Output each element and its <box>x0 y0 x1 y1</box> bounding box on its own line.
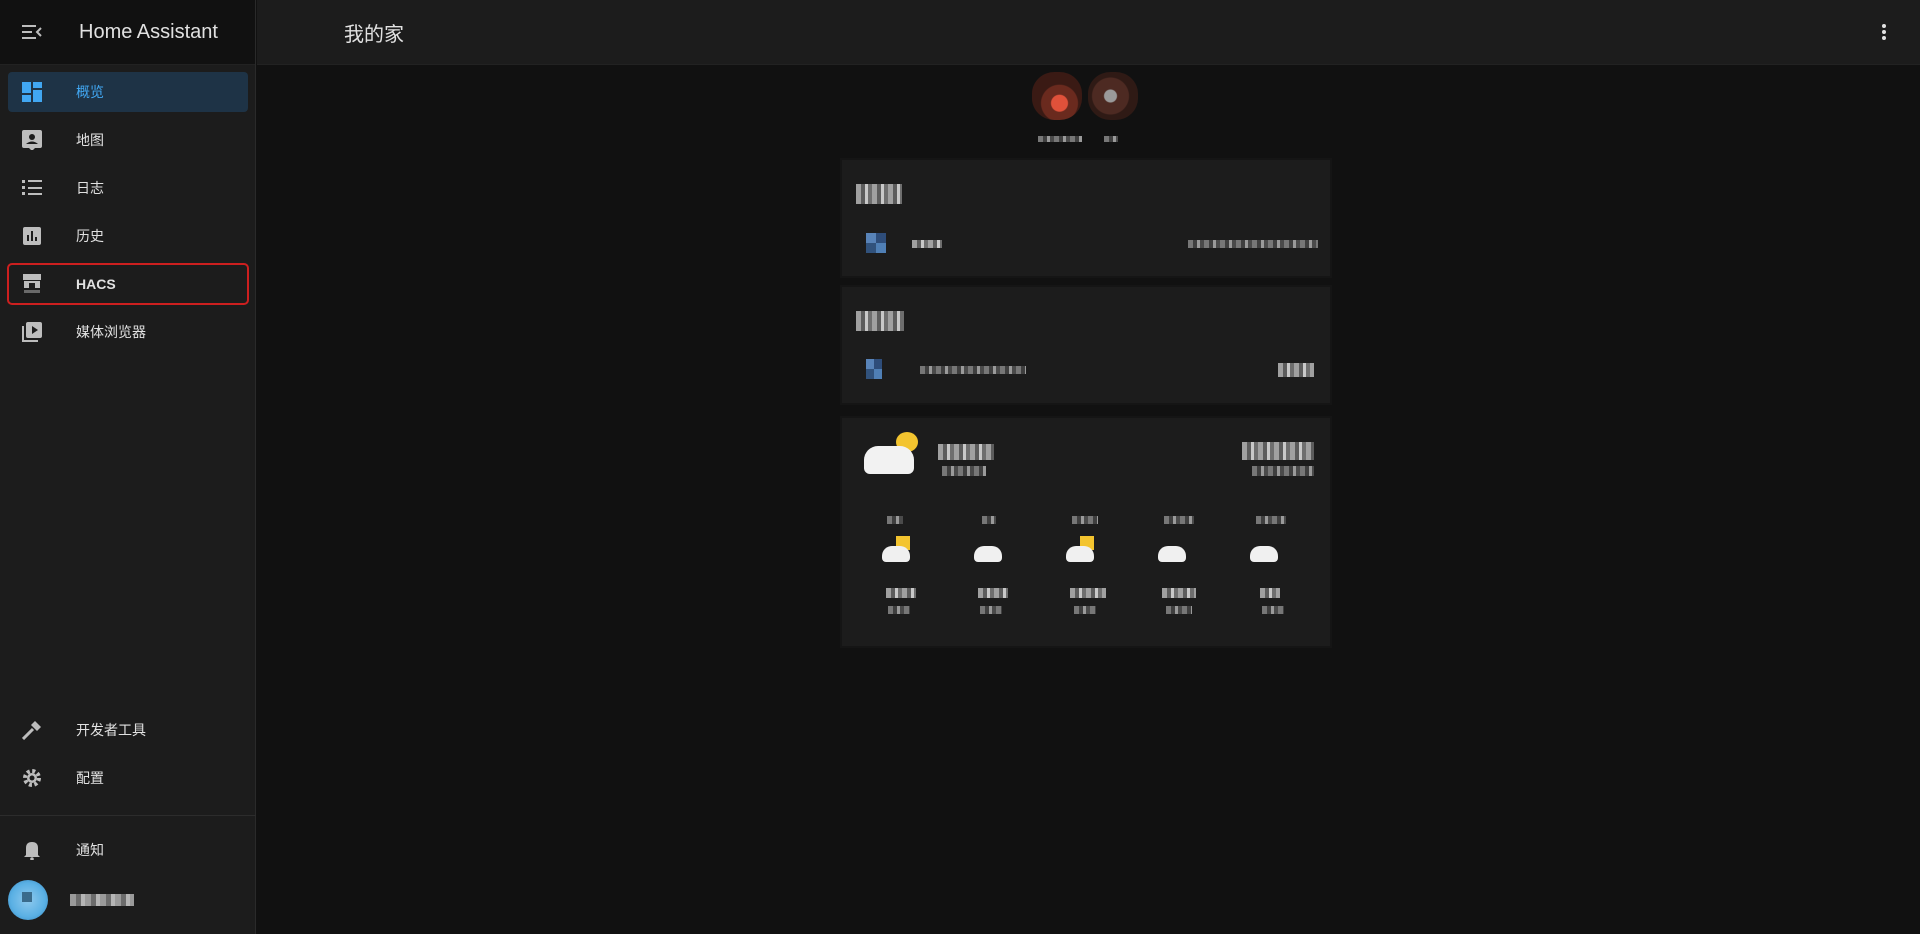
forecast-day <box>1164 516 1194 524</box>
sidebar-item-label: 地图 <box>76 132 104 148</box>
forecast-temp-low <box>980 606 1002 614</box>
sidebar-item-media-browser[interactable]: 媒体浏览器 <box>8 312 248 352</box>
person-badge-label <box>1038 136 1082 142</box>
forecast-temp-high <box>886 588 916 598</box>
person-badge[interactable] <box>1032 72 1082 120</box>
forecast-day <box>1256 516 1286 524</box>
weather-forecast-card[interactable] <box>842 418 1330 646</box>
forecast-temp-high <box>1070 588 1106 598</box>
sidebar-divider <box>0 815 256 816</box>
sidebar-item-label: 媒体浏览器 <box>76 324 146 340</box>
forecast-day <box>982 516 996 524</box>
sidebar-header: Home Assistant <box>0 0 255 65</box>
sidebar-item-history[interactable]: 历史 <box>8 216 248 256</box>
forecast-temp-low <box>1074 606 1096 614</box>
forecast-temp-low <box>888 606 910 614</box>
hammer-icon <box>8 720 56 740</box>
person-badge-label <box>1104 136 1118 142</box>
weather-state <box>938 444 994 460</box>
entity-icon <box>866 359 882 379</box>
weather-temperature <box>1242 442 1314 460</box>
cloudy-icon <box>970 536 1004 564</box>
app-title: Home Assistant <box>79 20 218 43</box>
sidebar-item-label: HACS <box>76 276 116 292</box>
user-name: ████ <box>70 894 134 906</box>
card-title <box>856 311 904 331</box>
page-title: 我的家 <box>344 23 404 46</box>
sidebar: Home Assistant 概览 地图 日志 历史 HACS 媒体浏览器 开发… <box>0 0 256 934</box>
sidebar-item-hacs[interactable]: HACS <box>7 263 249 305</box>
play-box-multiple-icon <box>8 322 56 342</box>
cog-icon <box>8 768 56 788</box>
menu-open-icon <box>22 25 42 39</box>
avatar[interactable] <box>8 880 48 920</box>
sidebar-bottom-nav: 开发者工具 配置 <box>0 710 256 806</box>
forecast-temp-low <box>1262 606 1284 614</box>
chart-box-icon <box>8 227 56 245</box>
more-options-button[interactable] <box>1872 20 1896 44</box>
cloudy-icon <box>1154 536 1188 564</box>
entity-toggle[interactable] <box>1278 363 1314 377</box>
user-profile[interactable]: ████ <box>8 878 134 922</box>
entity-name[interactable] <box>912 240 942 248</box>
person-badges-pixelated[interactable] <box>1030 70 1140 142</box>
forecast-temp-high <box>978 588 1008 598</box>
hacs-icon <box>8 274 56 294</box>
sidebar-nav: 概览 地图 日志 历史 HACS 媒体浏览器 <box>0 72 256 360</box>
entities-card <box>842 287 1330 403</box>
sidebar-item-logbook[interactable]: 日志 <box>8 168 248 208</box>
sidebar-item-config[interactable]: 配置 <box>8 758 248 798</box>
sidebar-item-notifications[interactable]: 通知 <box>8 830 248 870</box>
cloudy-icon <box>1246 536 1280 564</box>
card-title <box>856 184 902 204</box>
sidebar-item-label: 开发者工具 <box>76 722 146 738</box>
weather-location <box>942 466 986 476</box>
partly-cloudy-icon <box>864 432 918 476</box>
entities-card <box>842 160 1330 276</box>
partly-cloudy-icon <box>1062 536 1096 564</box>
sidebar-item-label: 配置 <box>76 770 104 786</box>
menu-toggle-button[interactable] <box>0 0 64 64</box>
forecast-day <box>1072 516 1098 524</box>
dashboard-icon <box>8 82 56 102</box>
sidebar-item-label: 通知 <box>76 842 104 858</box>
sidebar-item-label: 概览 <box>76 84 104 100</box>
entity-name[interactable] <box>920 366 1026 374</box>
person-badge[interactable] <box>1088 72 1138 120</box>
entity-icon <box>866 233 886 253</box>
weather-attributes <box>1252 466 1314 476</box>
forecast-temp-high <box>1162 588 1196 598</box>
top-app-bar: 我的家 <box>257 0 1920 65</box>
sidebar-item-label: 日志 <box>76 180 104 196</box>
sidebar-item-map[interactable]: 地图 <box>8 120 248 160</box>
format-list-bulleted-icon <box>8 179 56 197</box>
account-box-icon <box>8 130 56 150</box>
forecast-day <box>887 516 903 524</box>
forecast-temp-high <box>1260 588 1280 598</box>
entity-state <box>1188 240 1318 248</box>
sidebar-item-developer-tools[interactable]: 开发者工具 <box>8 710 248 750</box>
bell-icon <box>8 840 56 860</box>
sidebar-item-overview[interactable]: 概览 <box>8 72 248 112</box>
forecast-temp-low <box>1166 606 1192 614</box>
sidebar-item-label: 历史 <box>76 228 104 244</box>
dots-vertical-icon <box>1882 24 1886 40</box>
sidebar-notifications-section: 通知 <box>0 830 256 878</box>
partly-cloudy-icon <box>878 536 912 564</box>
